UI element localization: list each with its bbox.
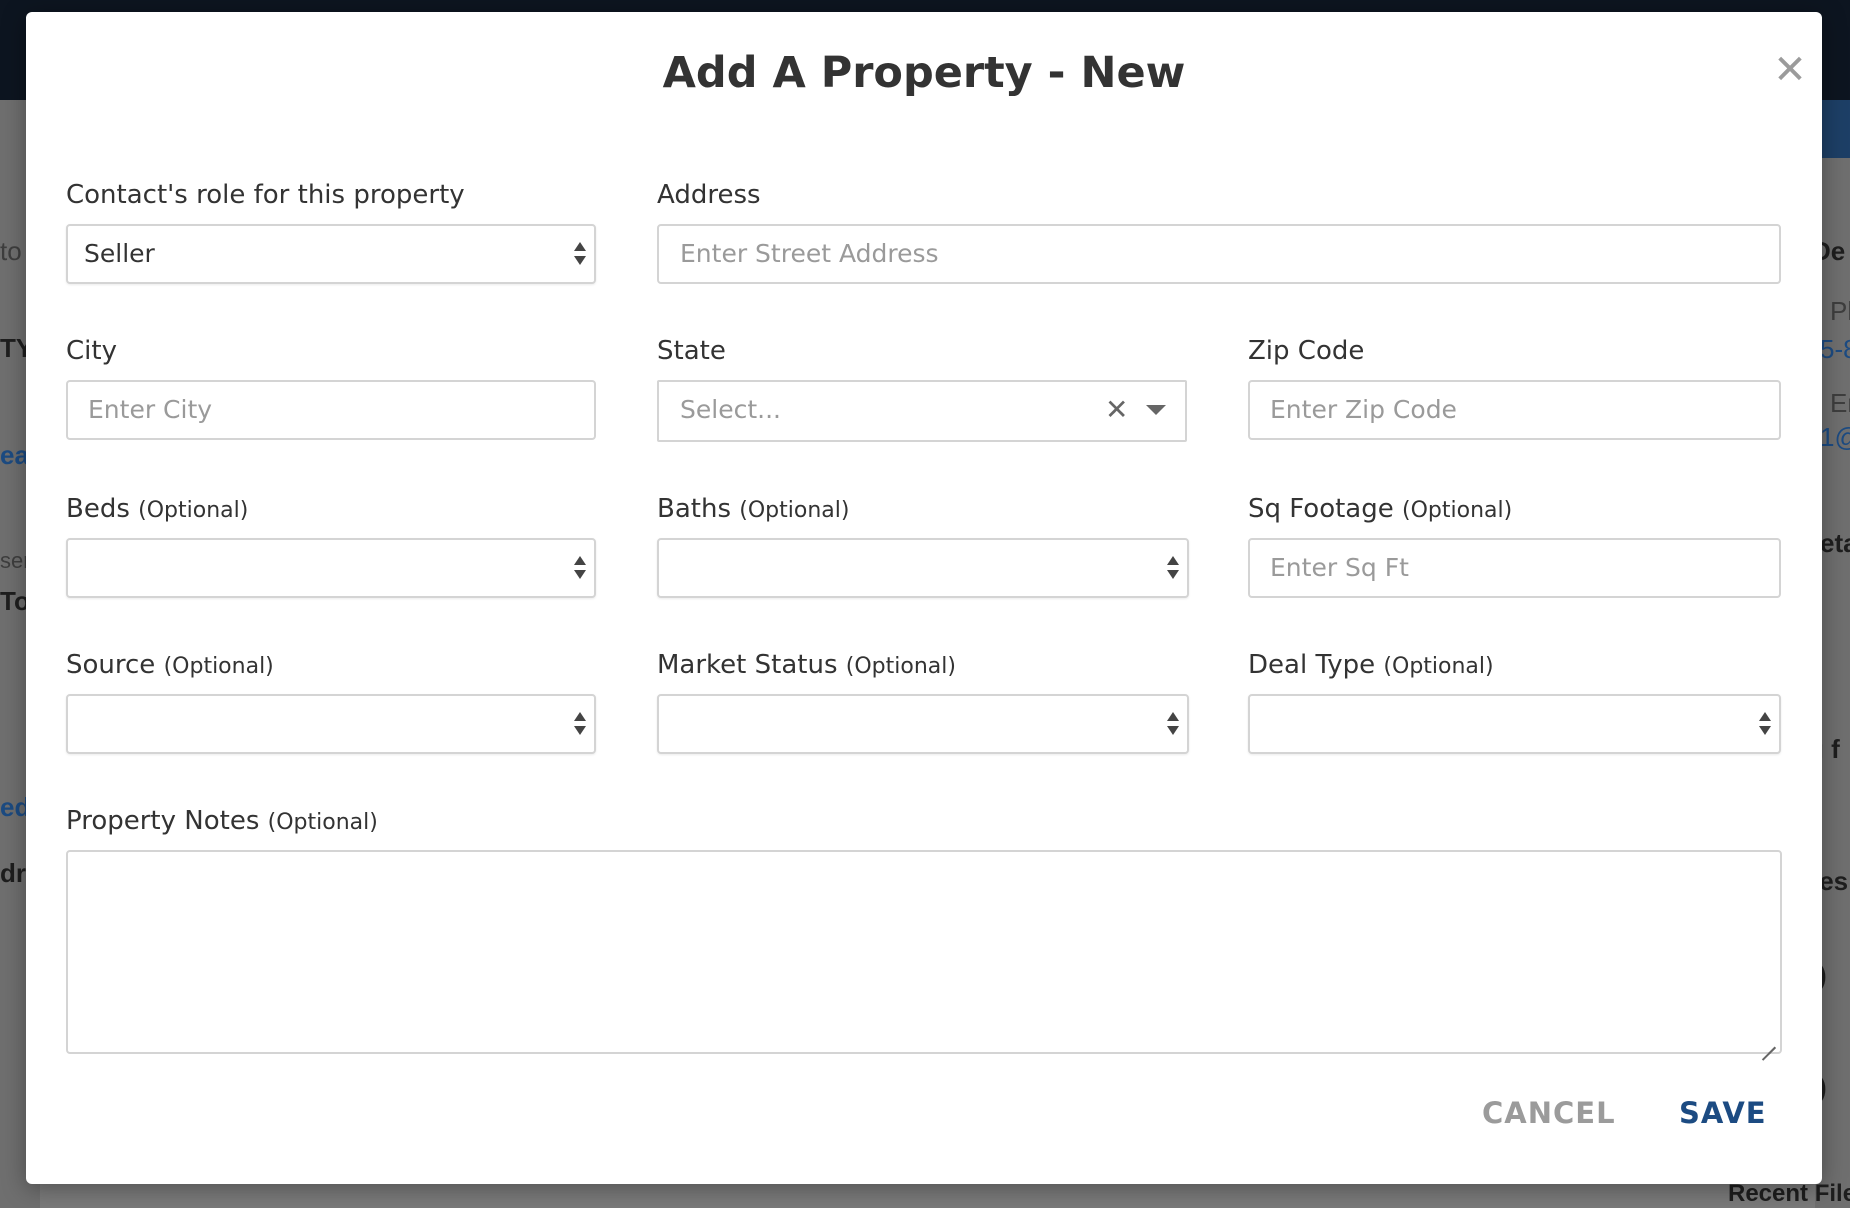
- select-arrows-icon: [1759, 712, 1771, 736]
- state-select[interactable]: Select... ✕: [657, 380, 1187, 442]
- background-text: Recent File: [1728, 1180, 1850, 1207]
- address-label: Address: [657, 180, 761, 210]
- beds-label: Beds (Optional): [66, 494, 248, 524]
- save-button[interactable]: SAVE: [1679, 1096, 1767, 1130]
- address-input[interactable]: Enter Street Address: [657, 224, 1781, 284]
- role-select[interactable]: Seller: [66, 224, 596, 284]
- market-status-select[interactable]: [657, 694, 1189, 754]
- background-text: Pl: [1830, 296, 1850, 326]
- notes-textarea[interactable]: [66, 850, 1782, 1054]
- city-placeholder: Enter City: [88, 395, 213, 424]
- notes-optional-text: (Optional): [267, 810, 378, 835]
- select-arrows-icon: [1167, 712, 1179, 736]
- beds-label-text: Beds: [66, 494, 130, 524]
- source-label-text: Source: [66, 650, 156, 680]
- sqft-label: Sq Footage (Optional): [1248, 494, 1512, 524]
- select-arrows-icon: [574, 712, 586, 736]
- state-label: State: [657, 336, 726, 366]
- modal-title: Add A Property - New: [662, 48, 1186, 98]
- notes-label-text: Property Notes: [66, 806, 260, 836]
- baths-label: Baths (Optional): [657, 494, 849, 524]
- close-icon[interactable]: ✕: [1770, 50, 1810, 90]
- city-label: City: [66, 336, 117, 366]
- deal-type-optional-text: (Optional): [1383, 654, 1494, 679]
- background-text: to: [0, 236, 22, 266]
- market-status-optional-text: (Optional): [845, 654, 956, 679]
- role-select-value: Seller: [84, 239, 155, 268]
- source-select[interactable]: [66, 694, 596, 754]
- background-text: 1@: [1820, 422, 1850, 452]
- sqft-input[interactable]: Enter Sq Ft: [1248, 538, 1781, 598]
- sqft-placeholder: Enter Sq Ft: [1270, 553, 1409, 582]
- zip-label: Zip Code: [1248, 336, 1365, 366]
- select-arrows-icon: [574, 556, 586, 580]
- chevron-down-icon[interactable]: [1146, 405, 1166, 415]
- sqft-optional-text: (Optional): [1402, 498, 1513, 523]
- select-arrows-icon: [574, 242, 586, 266]
- cancel-button[interactable]: CANCEL: [1482, 1096, 1616, 1130]
- source-label: Source (Optional): [66, 650, 274, 680]
- baths-optional-text: (Optional): [739, 498, 850, 523]
- state-placeholder: Select...: [680, 395, 781, 424]
- address-placeholder: Enter Street Address: [680, 239, 939, 268]
- deal-type-label: Deal Type (Optional): [1248, 650, 1494, 680]
- deal-type-label-text: Deal Type: [1248, 650, 1376, 680]
- zip-input[interactable]: Enter Zip Code: [1248, 380, 1781, 440]
- deal-type-select[interactable]: [1248, 694, 1781, 754]
- background-text: Er: [1830, 388, 1850, 418]
- select-arrows-icon: [1167, 556, 1179, 580]
- baths-label-text: Baths: [657, 494, 731, 524]
- resize-handle-icon[interactable]: [1762, 1034, 1776, 1048]
- sqft-label-text: Sq Footage: [1248, 494, 1394, 524]
- beds-select[interactable]: [66, 538, 596, 598]
- background-text: 5-8: [1820, 334, 1850, 364]
- market-status-label-text: Market Status: [657, 650, 838, 680]
- add-property-modal: Add A Property - New ✕ Contact's role fo…: [26, 12, 1822, 1184]
- beds-optional-text: (Optional): [138, 498, 249, 523]
- zip-placeholder: Enter Zip Code: [1270, 395, 1457, 424]
- clear-icon[interactable]: ✕: [1105, 382, 1128, 438]
- market-status-label: Market Status (Optional): [657, 650, 956, 680]
- city-input[interactable]: Enter City: [66, 380, 596, 440]
- background-text: eta: [1820, 528, 1850, 558]
- source-optional-text: (Optional): [163, 654, 274, 679]
- role-label: Contact's role for this property: [66, 180, 465, 210]
- baths-select[interactable]: [657, 538, 1189, 598]
- notes-label: Property Notes (Optional): [66, 806, 378, 836]
